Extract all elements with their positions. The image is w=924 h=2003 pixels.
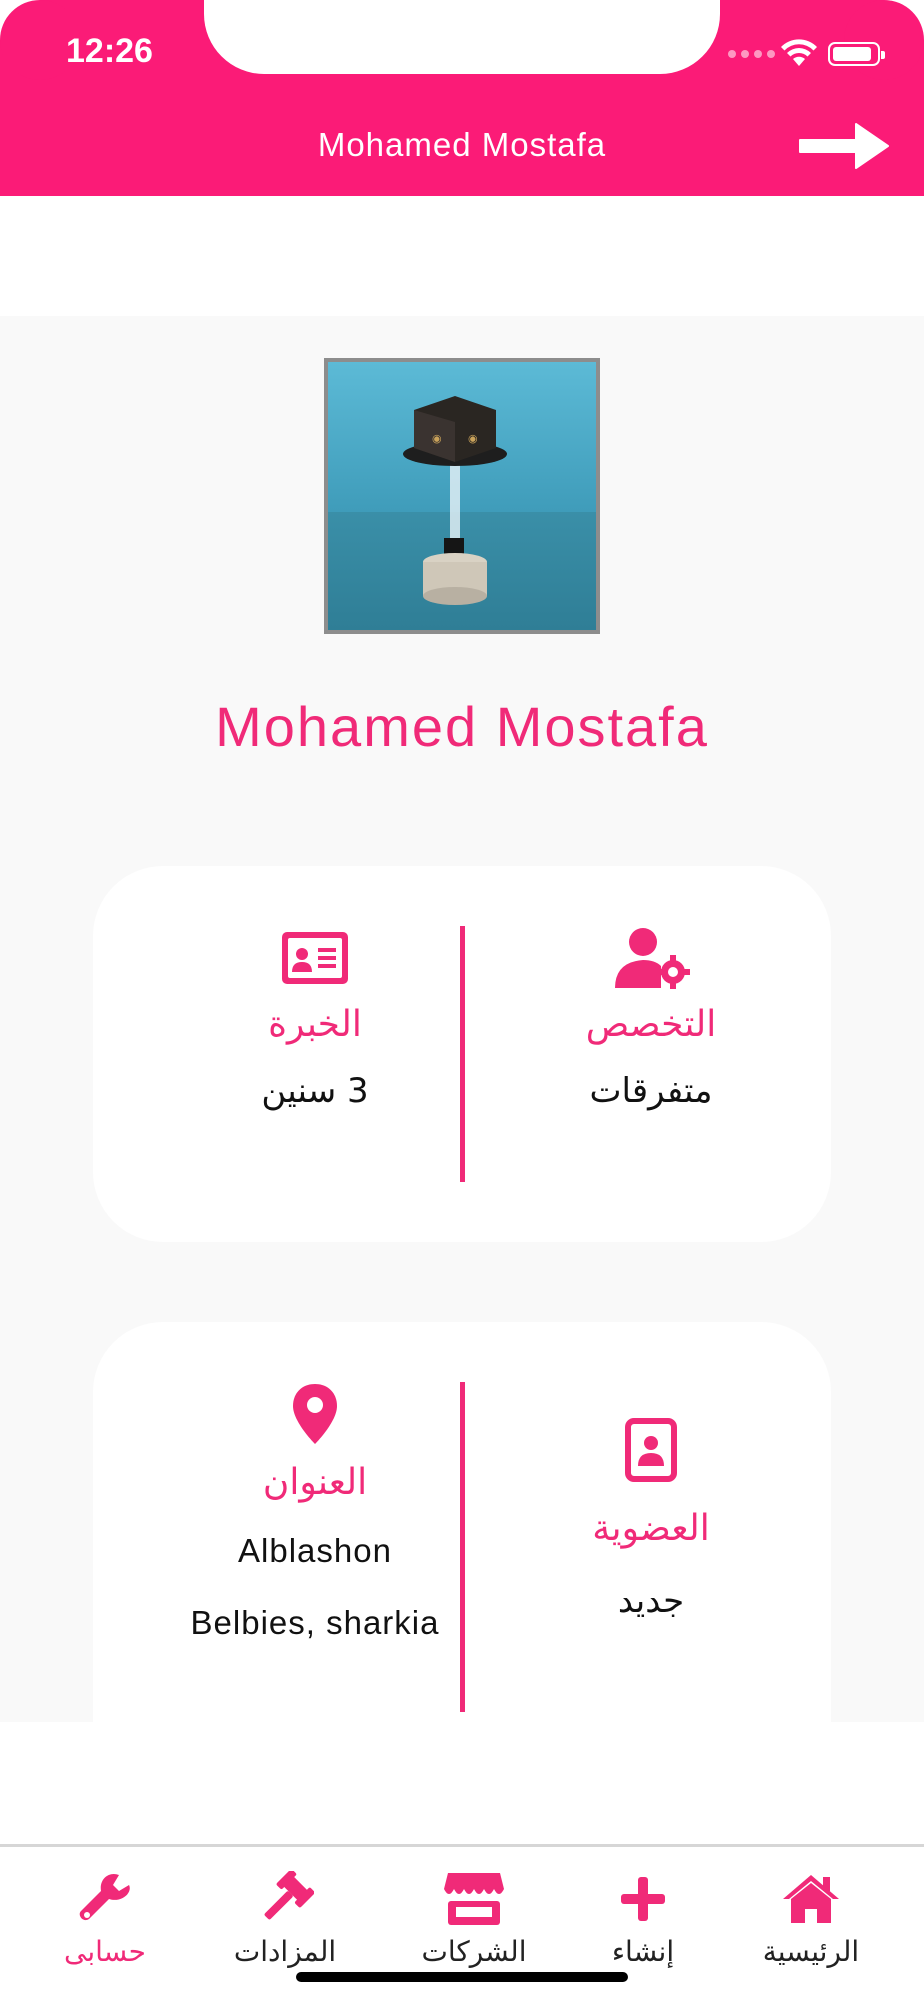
wrench-icon (79, 1873, 130, 1921)
profile-name: Mohamed Mostafa (215, 695, 709, 758)
device-notch (204, 0, 720, 74)
tab-home[interactable]: الرئيسية (736, 1869, 886, 1968)
tab-companies[interactable]: الشركات (399, 1869, 549, 1968)
svg-text:◉: ◉ (432, 432, 442, 445)
tab-home-label: الرئيسية (762, 1935, 860, 1968)
tab-companies-label: الشركات (421, 1935, 527, 1968)
info-card-specialty-experience: التخصص متفرقات الخبرة 3 سنين (93, 866, 831, 1242)
screen-corner (844, 0, 924, 80)
status-time: 12:26 (66, 32, 153, 70)
map-pin-icon (293, 1384, 337, 1444)
battery-icon (828, 42, 885, 66)
contact-badge-icon (625, 1418, 677, 1482)
specialty-value: متفرقات (589, 1071, 713, 1111)
screen-corner (0, 0, 80, 80)
cellular-signal-icon (728, 50, 775, 58)
address-section: العنوان Alblashon Belbies, sharkia (145, 1382, 485, 1659)
wifi-icon (781, 39, 817, 66)
app-header: 12:26 Mohamed Mostafa (0, 0, 924, 196)
home-indicator (296, 1972, 628, 1982)
profile-photo-image: ◉ ◉ (328, 362, 596, 630)
membership-label: العضوية (592, 1508, 710, 1549)
membership-section: العضوية جديد (501, 1418, 801, 1621)
address-line-1: Alblashon (238, 1532, 392, 1569)
page-title: Mohamed Mostafa (317, 126, 607, 163)
membership-value: جديد (617, 1581, 685, 1621)
plus-icon (621, 1877, 665, 1921)
tab-auctions[interactable]: المزادات (210, 1869, 360, 1968)
tab-auctions-label: المزادات (233, 1935, 337, 1968)
tab-account[interactable]: حسابى (30, 1869, 180, 1968)
address-line-2: Belbies, sharkia (190, 1604, 440, 1641)
experience-value: 3 سنين (261, 1071, 369, 1111)
specialty-section: التخصص متفرقات (501, 926, 801, 1111)
gavel-icon (264, 1871, 314, 1920)
user-gear-icon (615, 928, 690, 989)
tab-account-label: حسابى (64, 1935, 146, 1968)
arrow-right-icon[interactable] (796, 120, 892, 172)
home-icon (783, 1875, 839, 1923)
tab-create-label: إنشاء (611, 1935, 675, 1968)
svg-text:◉: ◉ (468, 432, 478, 445)
id-card-icon (282, 932, 348, 984)
address-label: العنوان (262, 1462, 368, 1503)
experience-section: الخبرة 3 سنين (165, 926, 465, 1111)
profile-photo: ◉ ◉ (324, 358, 600, 634)
store-icon (444, 1873, 504, 1925)
tab-create[interactable]: إنشاء (568, 1869, 718, 1968)
info-card-membership-address: العضوية جديد العنوان Alblashon Belbies, … (93, 1322, 831, 1722)
specialty-label: التخصص (585, 1004, 717, 1045)
experience-label: الخبرة (268, 1004, 362, 1045)
